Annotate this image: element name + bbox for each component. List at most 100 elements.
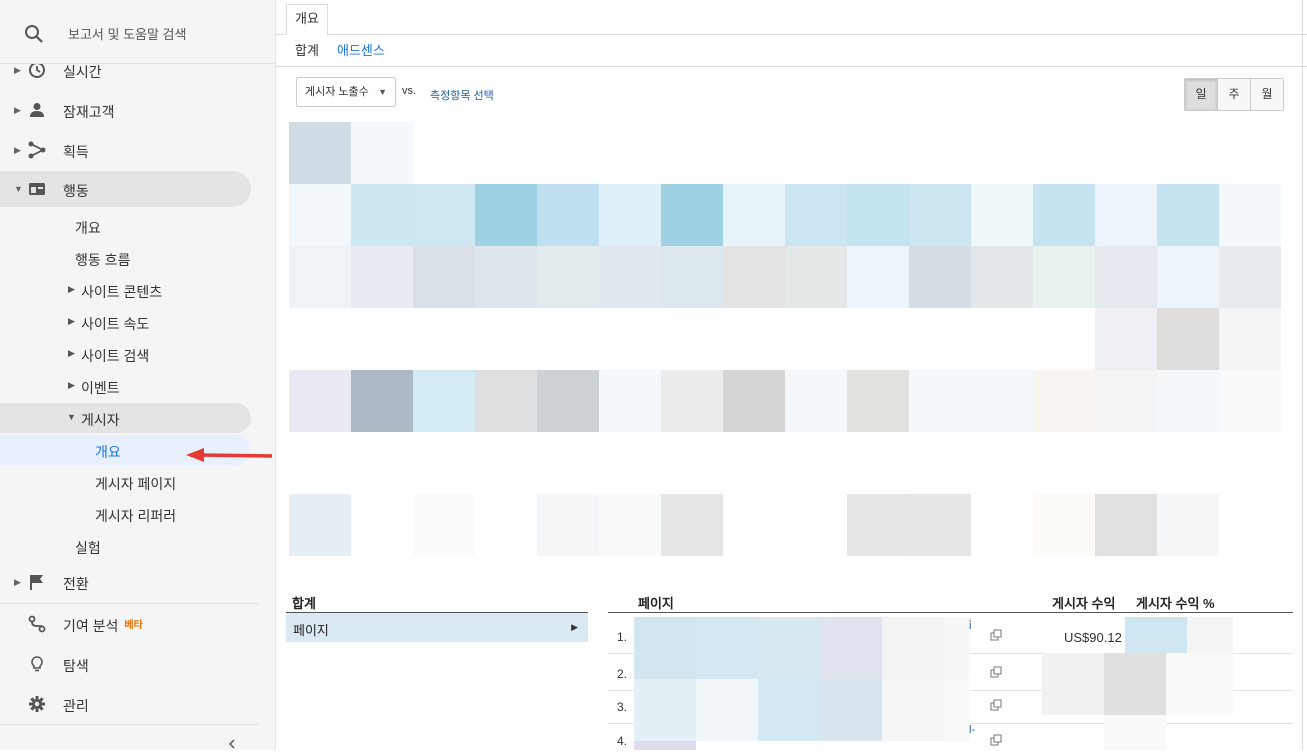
sidebar-item-admin[interactable]: 관리 — [0, 686, 276, 722]
redacted-block — [1042, 653, 1104, 715]
attribution-icon — [28, 615, 46, 633]
sidebar-item-site-speed[interactable]: ▶ 사이트 속도 — [0, 307, 276, 337]
redacted-block — [1187, 617, 1233, 653]
sidebar-item-conversions[interactable]: ▶ 전환 — [0, 564, 276, 600]
period-month-button[interactable]: 월 — [1251, 79, 1283, 110]
open-in-new-icon[interactable] — [990, 629, 1002, 641]
sidebar-item-experiments[interactable]: 실험 — [0, 531, 276, 561]
caret-right-icon: ▶ — [68, 380, 75, 390]
content-border — [1302, 0, 1303, 750]
redacted-block — [634, 741, 696, 750]
column-header-revenue[interactable]: 게시자 수익 — [1052, 593, 1115, 612]
sidebar-item-label: 실시간 — [63, 64, 102, 80]
search-bar[interactable]: 보고서 및 도움말 검색 — [0, 0, 276, 64]
sidebar-item-attribution[interactable]: 기여 분석 베타 — [0, 606, 276, 642]
open-in-new-icon[interactable] — [990, 666, 1002, 678]
revenue-value: US$90.12 — [1064, 630, 1122, 645]
sidebar-item-label: 개요 — [75, 220, 101, 236]
period-week-button[interactable]: 주 — [1218, 79, 1251, 110]
column-header-page[interactable]: 페이지 — [638, 593, 674, 612]
acquisition-icon — [28, 141, 46, 159]
sidebar-item-label: 잠재고객 — [63, 104, 115, 120]
divider — [0, 603, 258, 604]
column-header-revenue-pct[interactable]: 게시자 수익 % — [1136, 593, 1215, 612]
redacted-block — [944, 679, 970, 741]
sidebar-item-label: 행동 흐름 — [75, 252, 131, 268]
report-subtabs: 합계 애드센스 — [276, 34, 1307, 67]
caret-right-icon: ▶ — [14, 577, 21, 587]
row-number: 1. — [617, 630, 628, 644]
divider — [0, 724, 258, 725]
redacted-block — [634, 617, 696, 679]
sidebar-item-publisher-pages[interactable]: 게시자 페이지 — [0, 467, 276, 497]
redacted-block — [882, 617, 944, 679]
metric-select-value: 게시자 노출수 — [305, 86, 369, 98]
sidebar-item-label: 게시자 — [81, 412, 120, 428]
page-link-fragment[interactable]: i̇ — [969, 620, 971, 632]
sidebar-item-behavior[interactable]: ▼ 행동 — [0, 171, 251, 207]
caret-right-icon: ▶ — [68, 284, 75, 294]
sidebar-item-acquisition[interactable]: ▶ 획득 — [0, 132, 276, 168]
metric-select[interactable]: 게시자 노출수 ▼ — [296, 77, 396, 107]
summary-row-page[interactable]: 페이지 ▶ — [286, 613, 588, 642]
redacted-block — [696, 617, 758, 679]
redacted-block — [758, 679, 820, 741]
tab-overview[interactable]: 개요 — [286, 4, 328, 35]
caret-right-icon: ▶ — [68, 316, 75, 326]
redacted-block — [944, 617, 970, 679]
sidebar-item-label: 획득 — [63, 144, 89, 160]
row-number: 3. — [617, 700, 628, 714]
open-in-new-icon[interactable] — [990, 734, 1002, 746]
sidebar-item-publisher-referrers[interactable]: 게시자 리퍼러 — [0, 499, 276, 529]
caret-right-icon: ▶ — [14, 145, 21, 155]
page-link-fragment[interactable]: l- — [969, 724, 975, 736]
row-number: 2. — [617, 667, 628, 681]
clock-icon — [29, 64, 45, 78]
person-icon — [30, 103, 44, 117]
sidebar-item-label: 기여 분석 베타 — [63, 616, 143, 636]
redacted-block — [758, 617, 820, 679]
sidebar-item-events[interactable]: ▶ 이벤트 — [0, 371, 276, 401]
redacted-block — [820, 679, 882, 741]
row-number: 4. — [617, 734, 628, 748]
redacted-block — [882, 679, 944, 741]
sidebar-item-audience[interactable]: ▶ 잠재고객 — [0, 92, 276, 128]
caret-down-icon: ▼ — [67, 412, 76, 422]
summary-row-label: 페이지 — [293, 623, 329, 638]
sidebar-item-label: 전환 — [63, 576, 89, 592]
sidebar-item-label: 이벤트 — [81, 380, 120, 396]
subtab-adsense[interactable]: 애드센스 — [337, 40, 385, 59]
report-tabbar: 개요 — [276, 0, 1307, 35]
sidebar-item-publisher[interactable]: ▼ 게시자 — [0, 403, 251, 433]
vs-label: vs. — [402, 85, 417, 97]
sidebar-item-site-search[interactable]: ▶ 사이트 검색 — [0, 339, 276, 369]
dropdown-arrow-icon: ▼ — [378, 87, 387, 97]
gear-icon — [29, 696, 45, 712]
sidebar-item-label: 사이트 속도 — [81, 316, 150, 332]
select-metric-link[interactable]: 측정항목 선택 — [430, 87, 494, 103]
sidebar: 보고서 및 도움말 검색 ▶ 실시간 ▶ 잠재고객 ▶ 획득 ▼ 행동 개요 행… — [0, 0, 276, 750]
sidebar-item-label: 실험 — [75, 540, 101, 556]
redacted-block — [820, 617, 882, 679]
subtab-total[interactable]: 합계 — [295, 40, 319, 59]
search-placeholder: 보고서 및 도움말 검색 — [68, 27, 187, 42]
flag-icon — [30, 575, 43, 590]
search-icon — [25, 25, 43, 43]
caret-right-icon: ▶ — [14, 105, 21, 115]
sidebar-item-label: 탐색 — [63, 658, 89, 674]
sidebar-item-label: 관리 — [63, 698, 89, 714]
chevron-left-icon[interactable] — [226, 738, 238, 750]
lightbulb-icon — [31, 656, 43, 672]
open-in-new-icon[interactable] — [990, 699, 1002, 711]
sidebar-item-site-content[interactable]: ▶ 사이트 콘텐츠 — [0, 275, 276, 305]
sidebar-item-realtime[interactable]: ▶ 실시간 — [0, 64, 276, 80]
sidebar-item-behavior-overview[interactable]: 개요 — [0, 211, 276, 241]
period-day-button[interactable]: 일 — [1185, 79, 1218, 110]
sidebar-item-discover[interactable]: 탐색 — [0, 646, 276, 682]
sidebar-item-label: 게시자 페이지 — [95, 476, 177, 492]
redacted-block — [1125, 617, 1187, 653]
redacted-block — [1104, 715, 1166, 750]
sidebar-item-behavior-flow[interactable]: 행동 흐름 — [0, 243, 276, 273]
summary-header: 합계 — [292, 596, 316, 611]
period-toggle: 일 주 월 — [1184, 78, 1284, 111]
